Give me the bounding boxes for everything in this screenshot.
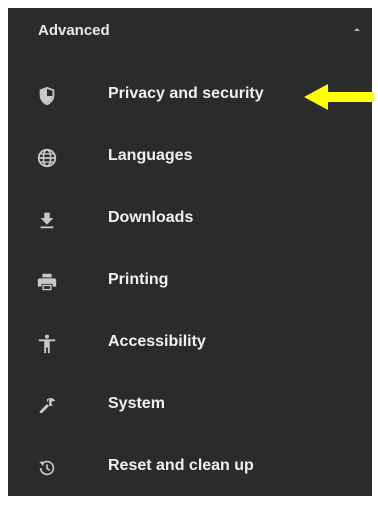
sidebar-item-label: Languages <box>108 147 193 164</box>
sidebar-item-label: Privacy and security <box>108 85 264 102</box>
download-icon <box>40 212 54 229</box>
wrench-icon <box>39 398 56 414</box>
accessibility-icon <box>38 334 56 354</box>
sidebar-item-languages[interactable]: Languages <box>8 127 372 187</box>
sidebar-item-label: Accessibility <box>108 333 206 350</box>
annotation-arrow-icon <box>304 84 374 110</box>
sidebar-item-label: Printing <box>108 271 169 288</box>
sidebar-item-label: Downloads <box>108 209 194 226</box>
shield-icon <box>39 86 55 106</box>
sidebar-item-accessibility[interactable]: Accessibility <box>8 313 372 373</box>
printer-icon <box>37 273 57 291</box>
advanced-section-header[interactable]: Advanced <box>8 8 372 56</box>
globe-icon <box>37 148 57 168</box>
sidebar-item-label: Reset and clean up <box>108 457 254 474</box>
reset-icon <box>39 460 55 476</box>
sidebar-item-label: System <box>108 395 165 412</box>
sidebar-item-printing[interactable]: Printing <box>8 251 372 311</box>
chevron-up-icon[interactable] <box>352 24 362 34</box>
sidebar-item-system[interactable]: System <box>8 375 372 435</box>
section-title: Advanced <box>38 22 110 39</box>
sidebar-item-reset-and-clean-up[interactable]: Reset and clean up <box>8 437 372 497</box>
sidebar-item-downloads[interactable]: Downloads <box>8 189 372 249</box>
